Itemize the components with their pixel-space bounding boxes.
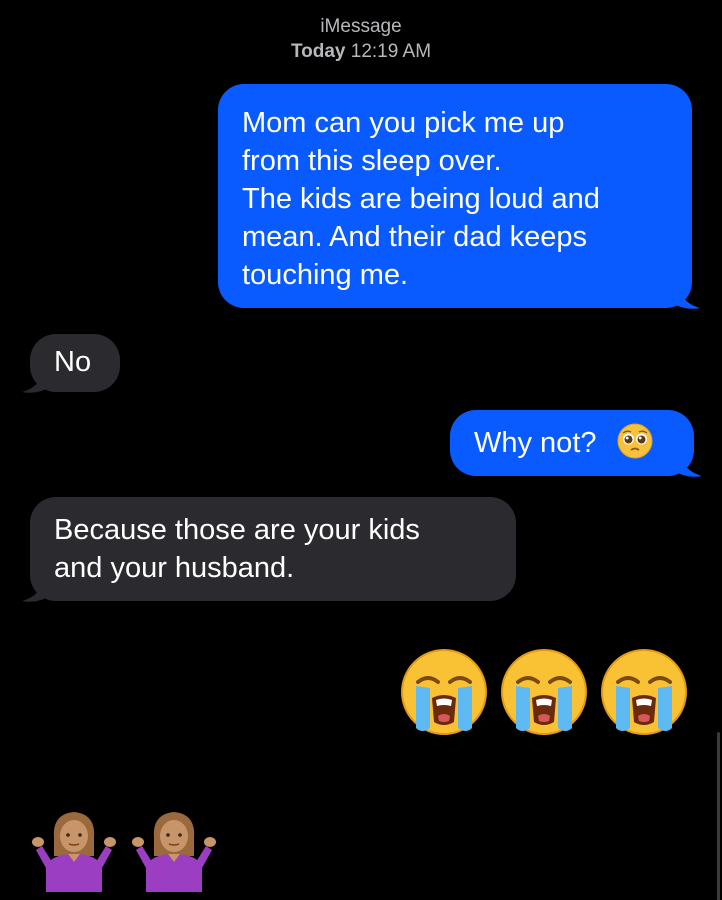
- woman-shrugging-icon: [32, 812, 116, 892]
- message-text-line: mean. And their dad keeps: [242, 221, 588, 253]
- conversation-header: iMessage Today 12:19 AM: [0, 14, 722, 64]
- message-text-line: and your husband.: [54, 552, 295, 584]
- bubble-tail-incoming: [22, 366, 52, 393]
- bubble-tail-incoming: [22, 575, 52, 602]
- pleading-face-icon: [617, 423, 653, 459]
- message-text-line: touching me.: [242, 259, 409, 291]
- message-text-line: The kids are being loud and: [242, 183, 600, 215]
- service-label: iMessage: [320, 16, 402, 37]
- bubble-tail-outgoing: [670, 282, 700, 309]
- loudly-crying-face-icon: [501, 649, 587, 735]
- timestamp: Today 12:19 AM: [0, 39, 722, 64]
- message-bubble-outgoing[interactable]: Why not?: [450, 410, 694, 476]
- message-text-line: Because those are your kids: [54, 514, 420, 546]
- timestamp-day: Today: [290, 41, 346, 62]
- woman-shrugging-icon: [132, 812, 216, 892]
- scrollbar[interactable]: [717, 732, 720, 900]
- timestamp-time: 12:19 AM: [350, 41, 432, 62]
- message-bubble-outgoing[interactable]: Mom can you pick me up from this sleep o…: [218, 84, 692, 308]
- loudly-crying-face-icon: [401, 649, 487, 735]
- message-bubble-incoming[interactable]: Because those are your kids and your hus…: [30, 497, 516, 601]
- message-text-line: from this sleep over.: [242, 145, 502, 177]
- message-text-line: Why not?: [474, 427, 597, 459]
- message-text-line: No: [54, 346, 92, 378]
- message-text-line: Mom can you pick me up: [242, 107, 565, 139]
- loudly-crying-face-icon: [601, 649, 687, 735]
- bubble-tail-outgoing: [672, 450, 702, 477]
